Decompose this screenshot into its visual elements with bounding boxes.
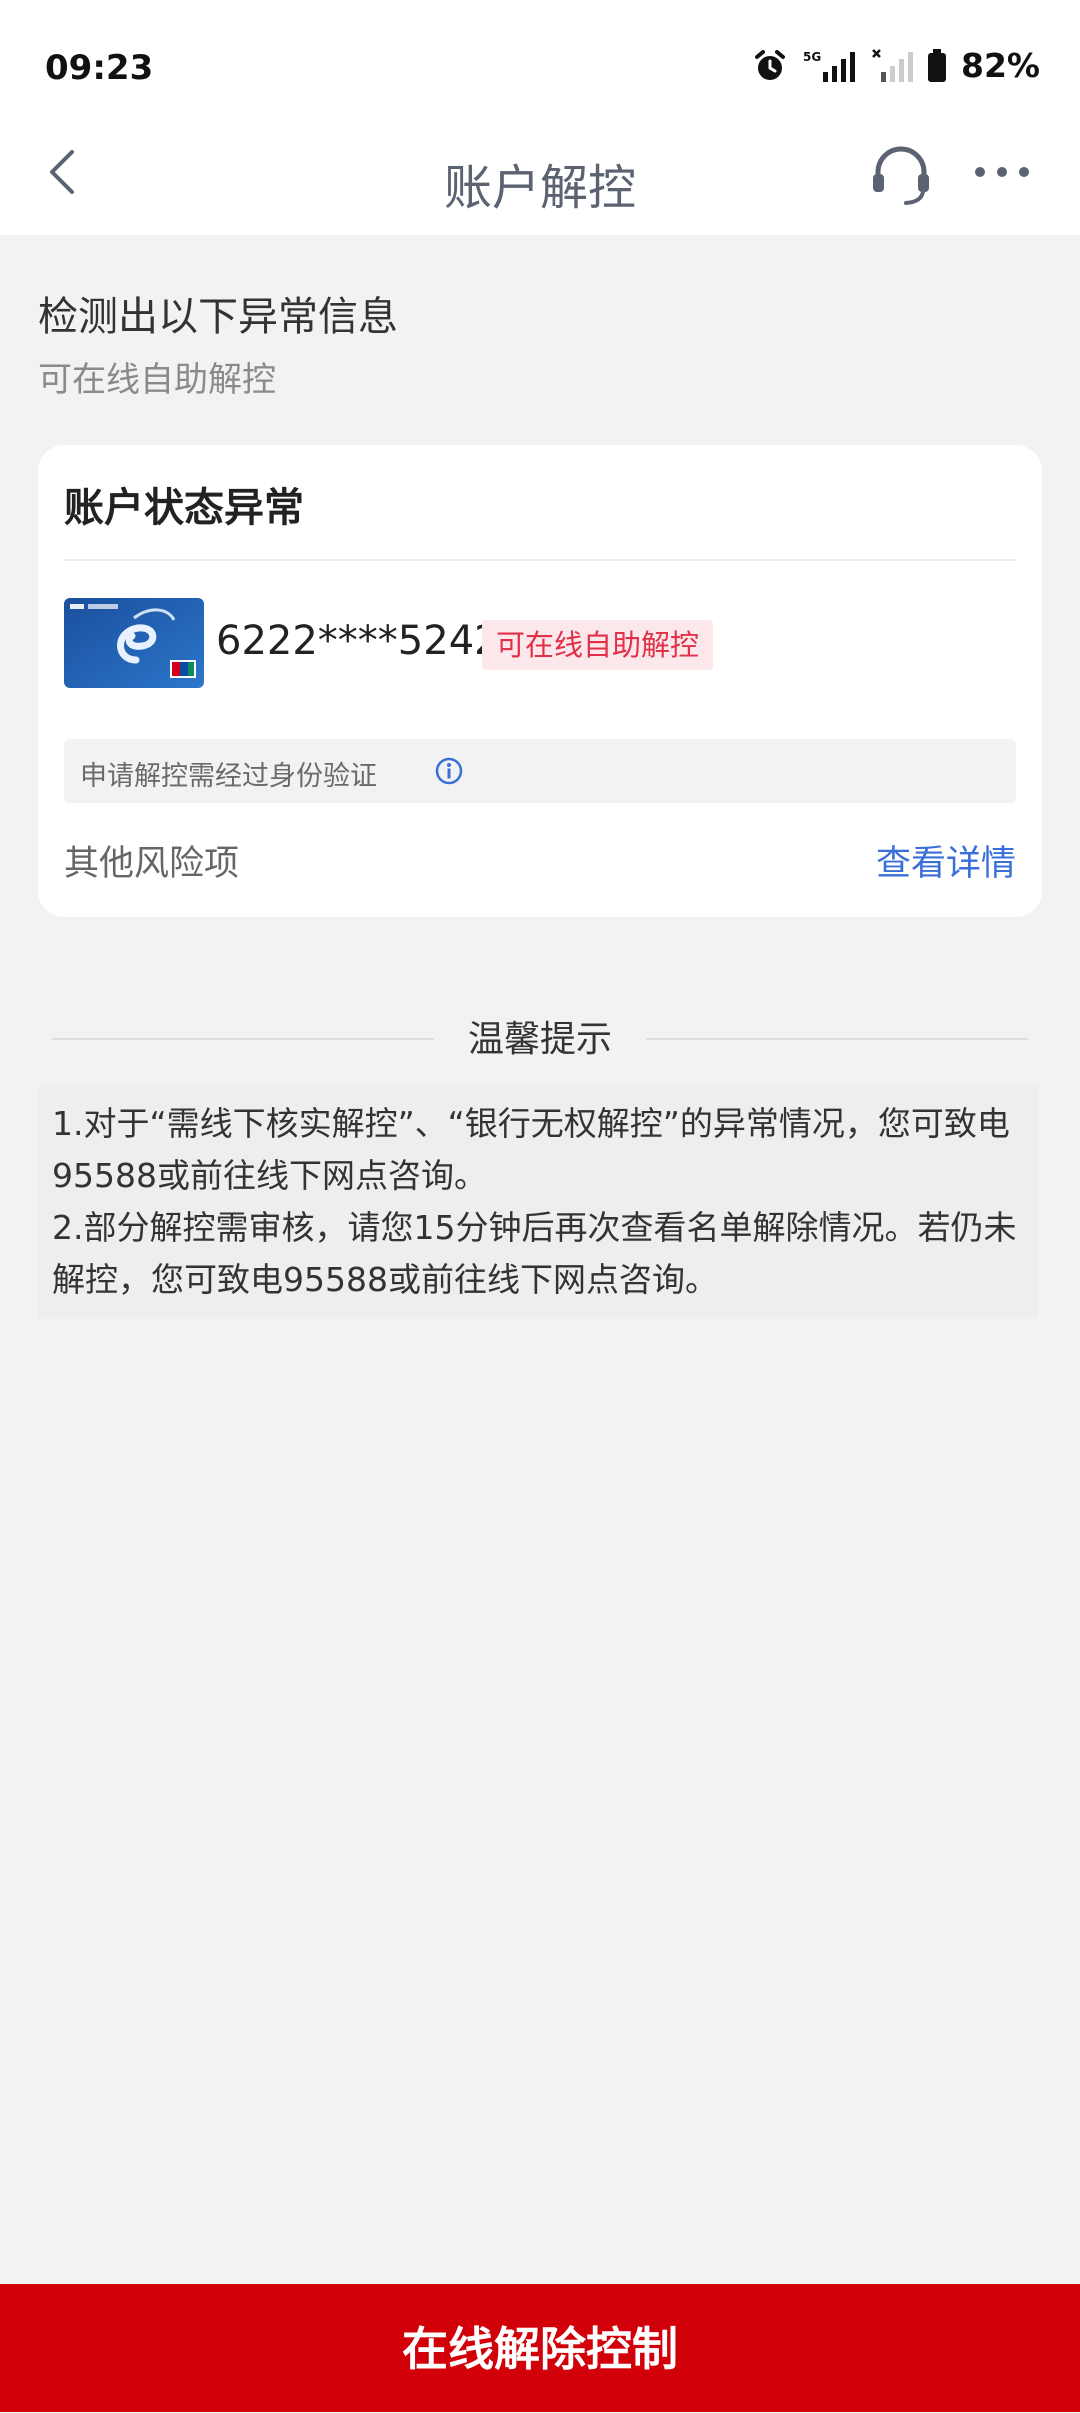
view-details-link[interactable]: 查看详情 bbox=[876, 835, 1016, 886]
signal-5g-icon: 5G bbox=[803, 50, 855, 82]
tip-item: 1.对于“需线下核实解控”、“银行无权解控”的异常情况，您可致电95588或前往… bbox=[52, 1104, 1010, 1195]
bank-card-image bbox=[64, 598, 204, 688]
battery-icon bbox=[928, 48, 946, 82]
status-icons: 5G 82% bbox=[753, 46, 1040, 85]
tips-body: 1.对于“需线下核实解控”、“银行无权解控”的异常情况，您可致电95588或前往… bbox=[38, 1086, 1038, 1318]
battery-percentage: 82% bbox=[961, 46, 1040, 85]
customer-service-button[interactable] bbox=[866, 140, 936, 210]
other-risk-label: 其他风险项 bbox=[64, 844, 240, 884]
headset-icon bbox=[873, 146, 929, 205]
status-badge: 可在线自助解控 bbox=[482, 620, 714, 670]
detect-subtitle: 可在线自助解控 bbox=[38, 360, 276, 400]
more-button[interactable] bbox=[972, 152, 1032, 192]
status-bar: 09:23 5G 82% bbox=[0, 0, 1080, 110]
online-unlock-button[interactable]: 在线解除控制 bbox=[0, 2284, 1080, 2412]
card-number: 6222****5242 bbox=[216, 618, 500, 664]
tips-title: 温馨提示 bbox=[467, 1019, 612, 1060]
icbc-card-icon bbox=[64, 598, 204, 688]
tip-item: 2.部分解控需审核，请您15分钟后再次查看名单解除情况。若仍未解控，您可致电95… bbox=[52, 1208, 1017, 1299]
info-icon[interactable] bbox=[434, 756, 464, 786]
account-status-card: 账户状态异常 6222****5242 可在线自助解控 申请解控需经过身份验证 bbox=[38, 445, 1042, 917]
detect-title: 检测出以下异常信息 bbox=[38, 294, 398, 340]
svg-text:5G: 5G bbox=[803, 50, 821, 64]
status-time: 09:23 bbox=[45, 48, 154, 88]
verify-note: 申请解控需经过身份验证 bbox=[64, 739, 1016, 803]
alarm-icon bbox=[755, 49, 785, 80]
more-dots-icon bbox=[975, 167, 1029, 177]
verify-note-text: 申请解控需经过身份验证 bbox=[80, 761, 377, 792]
card-divider bbox=[64, 559, 1016, 561]
tips-divider-right bbox=[646, 1038, 1028, 1040]
card-title: 账户状态异常 bbox=[64, 485, 304, 531]
nav-bar: 账户解控 bbox=[0, 110, 1080, 235]
signal-weak-icon bbox=[872, 48, 913, 82]
